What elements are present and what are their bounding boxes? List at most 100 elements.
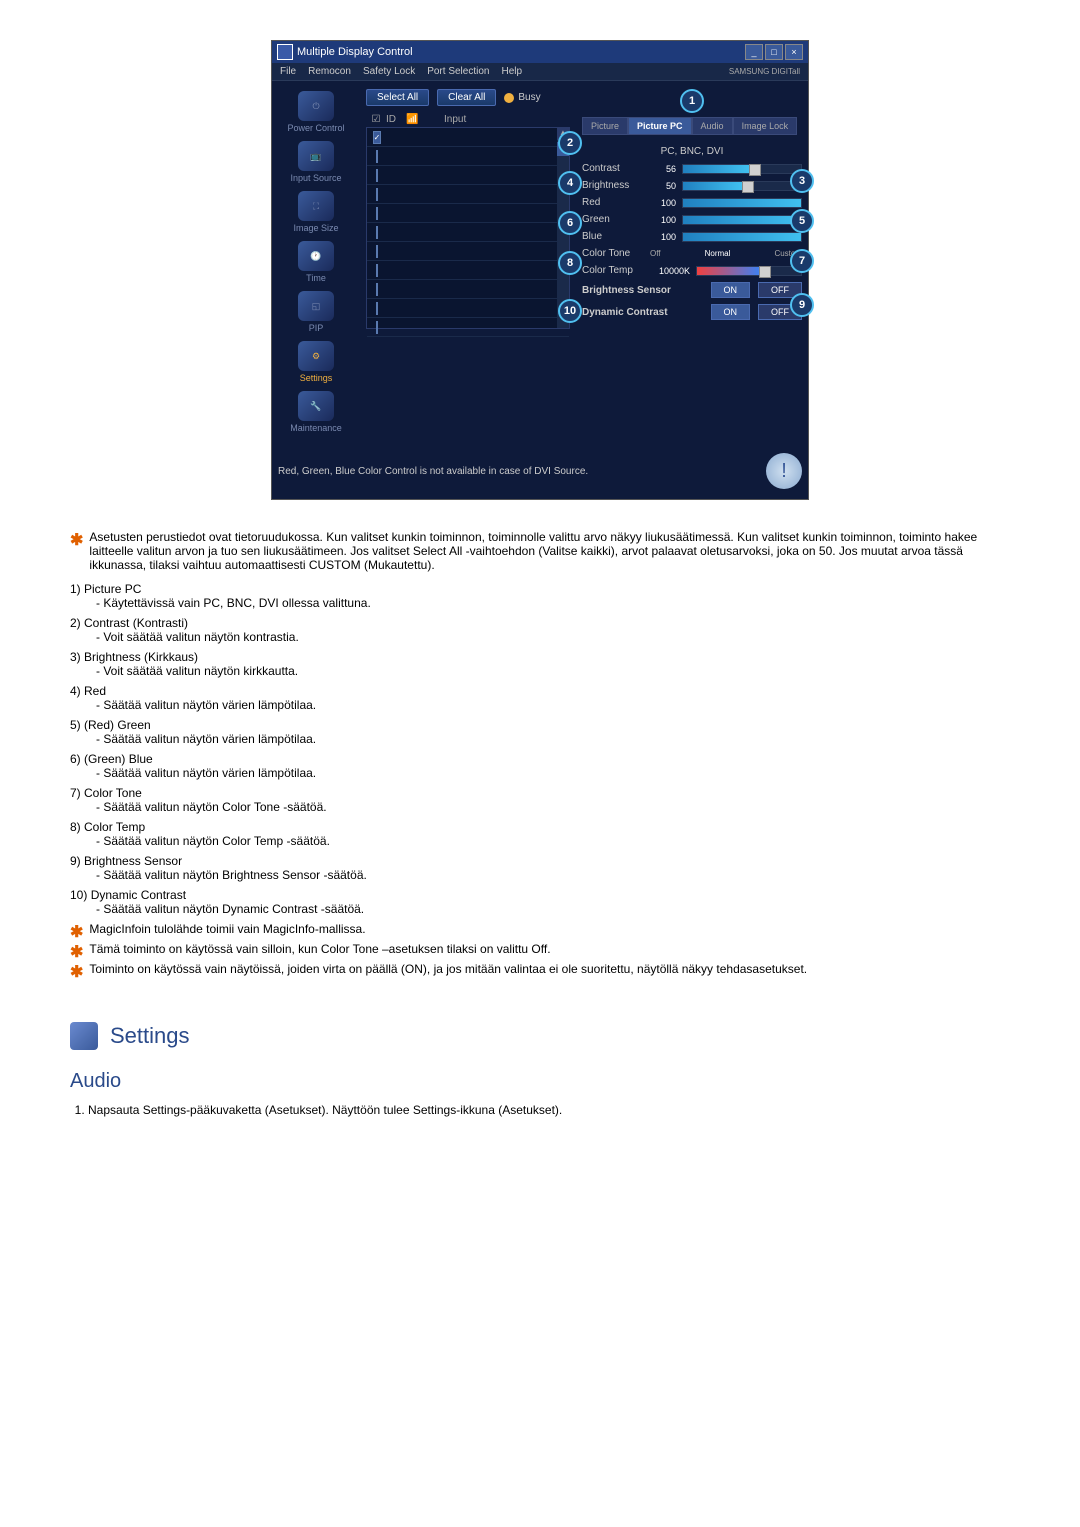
star-icon: ✱ xyxy=(70,942,83,962)
sidebar-item-pip[interactable]: ◱PIP xyxy=(281,289,351,335)
brightness-sensor-on[interactable]: ON xyxy=(711,282,751,298)
clear-all-button[interactable]: Clear All xyxy=(437,89,496,106)
list-row[interactable] xyxy=(367,128,569,147)
menu-port-selection[interactable]: Port Selection xyxy=(427,66,489,77)
tab-audio[interactable]: Audio xyxy=(692,117,733,135)
settings-section-icon xyxy=(70,1022,98,1050)
list-header: ☑ ID 📶 Input xyxy=(366,112,570,127)
row-checkbox[interactable] xyxy=(376,283,378,296)
note-text: Red, Green, Blue Color Control is not av… xyxy=(278,466,588,477)
row-checkbox[interactable] xyxy=(376,226,378,239)
col-id: ID xyxy=(386,114,406,125)
sidebar-item-time[interactable]: 🕐Time xyxy=(281,239,351,285)
list-row[interactable] xyxy=(367,261,569,280)
brand-label: SAMSUNG DIGITall xyxy=(729,67,800,76)
dynamic-contrast-label: Dynamic Contrast xyxy=(582,307,703,318)
minimize-button[interactable]: _ xyxy=(745,44,763,60)
info-icon: ! xyxy=(766,453,802,489)
audio-steps: Napsauta Settings-pääkuvaketta (Asetukse… xyxy=(70,1103,1010,1117)
list-row[interactable] xyxy=(367,318,569,337)
menu-help[interactable]: Help xyxy=(501,66,522,77)
main-area: Select All Clear All Busy ☑ ID 📶 Input xyxy=(360,81,576,443)
callout-9: 9 xyxy=(790,293,814,317)
row-checkbox[interactable] xyxy=(376,150,378,163)
red-slider[interactable] xyxy=(682,198,802,208)
menu-safety-lock[interactable]: Safety Lock xyxy=(363,66,415,77)
star-icon: ✱ xyxy=(70,962,83,982)
callout-5: 5 xyxy=(790,209,814,233)
col-input: Input xyxy=(424,114,570,125)
app-title: Multiple Display Control xyxy=(297,46,413,58)
list-row[interactable] xyxy=(367,280,569,299)
tab-image-lock[interactable]: Image Lock xyxy=(733,117,798,135)
row-checkbox[interactable] xyxy=(376,188,378,201)
sidebar-item-imagesize[interactable]: ⛶Image Size xyxy=(281,189,351,235)
contrast-slider[interactable] xyxy=(682,164,802,174)
pip-icon: ◱ xyxy=(298,291,334,321)
list-row[interactable] xyxy=(367,147,569,166)
col-status: 📶 xyxy=(406,114,424,125)
callout-3: 3 xyxy=(790,169,814,193)
row-checkbox[interactable] xyxy=(376,264,378,277)
panel-subheader: PC, BNC, DVI xyxy=(582,143,802,160)
section-header: Settings xyxy=(70,1022,1010,1050)
list-row[interactable] xyxy=(367,204,569,223)
doc-notes: ✱ Asetusten perustiedot ovat tietoruuduk… xyxy=(70,530,1010,982)
row-checkbox[interactable] xyxy=(376,302,378,315)
note-area: Red, Green, Blue Color Control is not av… xyxy=(272,443,808,499)
col-check: ☑ xyxy=(366,114,386,125)
row-checkbox[interactable] xyxy=(376,245,378,258)
footnote: Tämä toiminto on käytössä vain silloin, … xyxy=(89,942,550,956)
sidebar-item-input[interactable]: 📺Input Source xyxy=(281,139,351,185)
close-button[interactable]: × xyxy=(785,44,803,60)
device-list: ▲ xyxy=(366,127,570,329)
list-row[interactable] xyxy=(367,166,569,185)
brightness-row: Brightness 50 xyxy=(582,177,802,194)
sidebar-item-settings[interactable]: ⚙Settings xyxy=(281,339,351,385)
select-all-button[interactable]: Select All xyxy=(366,89,429,106)
menu-file[interactable]: File xyxy=(280,66,296,77)
blue-slider[interactable] xyxy=(682,232,802,242)
blue-value: 100 xyxy=(650,232,676,242)
color-tone-row: Color Tone OffNormalCustom xyxy=(582,245,802,262)
color-temp-slider[interactable] xyxy=(696,266,802,276)
time-icon: 🕐 xyxy=(298,241,334,271)
sidebar-item-maintenance[interactable]: 🔧Maintenance xyxy=(281,389,351,435)
green-slider[interactable] xyxy=(682,215,802,225)
maximize-button[interactable]: □ xyxy=(765,44,783,60)
green-value: 100 xyxy=(650,215,676,225)
settings-panel: 1 Picture Picture PC Audio Image Lock PC… xyxy=(576,81,808,443)
color-temp-label: Color Temp xyxy=(582,265,644,276)
list-row[interactable] xyxy=(367,185,569,204)
star-icon: ✱ xyxy=(70,922,83,942)
sidebar-item-power[interactable]: ⏻Power Control xyxy=(281,89,351,135)
titlebar: Multiple Display Control _ □ × xyxy=(272,41,808,63)
list-row[interactable] xyxy=(367,299,569,318)
row-checkbox[interactable] xyxy=(376,169,378,182)
section-title: Settings xyxy=(110,1023,190,1049)
color-temp-value: 10000K xyxy=(650,266,690,276)
red-label: Red xyxy=(582,197,644,208)
settings-icon: ⚙ xyxy=(298,341,334,371)
tone-off[interactable]: Off xyxy=(650,249,661,258)
subsection-title: Audio xyxy=(70,1070,1010,1093)
intro-text: Asetusten perustiedot ovat tietoruudukos… xyxy=(89,530,1010,572)
row-checkbox[interactable] xyxy=(376,321,378,334)
tone-normal[interactable]: Normal xyxy=(705,249,731,258)
menu-remocon[interactable]: Remocon xyxy=(308,66,351,77)
list-row[interactable] xyxy=(367,242,569,261)
brightness-slider[interactable] xyxy=(682,181,802,191)
list-row[interactable] xyxy=(367,223,569,242)
green-label: Green xyxy=(582,214,644,225)
row-checkbox[interactable] xyxy=(376,207,378,220)
blue-row: Blue 100 xyxy=(582,228,802,245)
row-checkbox[interactable] xyxy=(373,131,382,144)
numbered-list: 1) Picture PC- Käytettävissä vain PC, BN… xyxy=(70,582,1010,916)
color-temp-row: Color Temp 10000K xyxy=(582,262,802,279)
tab-picture[interactable]: Picture xyxy=(582,117,628,135)
input-icon: 📺 xyxy=(298,141,334,171)
tab-picture-pc[interactable]: Picture PC xyxy=(628,117,692,135)
app-body: ⏻Power Control 📺Input Source ⛶Image Size… xyxy=(272,81,808,443)
dynamic-contrast-on[interactable]: ON xyxy=(711,304,751,320)
blue-label: Blue xyxy=(582,231,644,242)
